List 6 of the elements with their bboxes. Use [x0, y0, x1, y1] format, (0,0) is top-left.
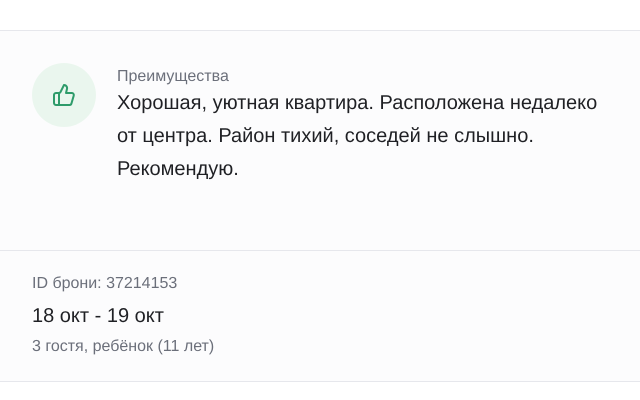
guests-info: 3 гостя, ребёнок (11 лет) — [32, 337, 216, 357]
booking-id: ID брони: 37214153 — [32, 274, 178, 294]
review-text: Хорошая, уютная квартира. Расположена недалеко от центра. Район тихий, соседей не слышно. Рекомендую. — [117, 91, 598, 182]
booking-dates: 18 окт - 19 окт — [32, 304, 165, 328]
thumbs-up-icon — [52, 83, 76, 107]
section-label: Преимущества — [117, 67, 230, 87]
